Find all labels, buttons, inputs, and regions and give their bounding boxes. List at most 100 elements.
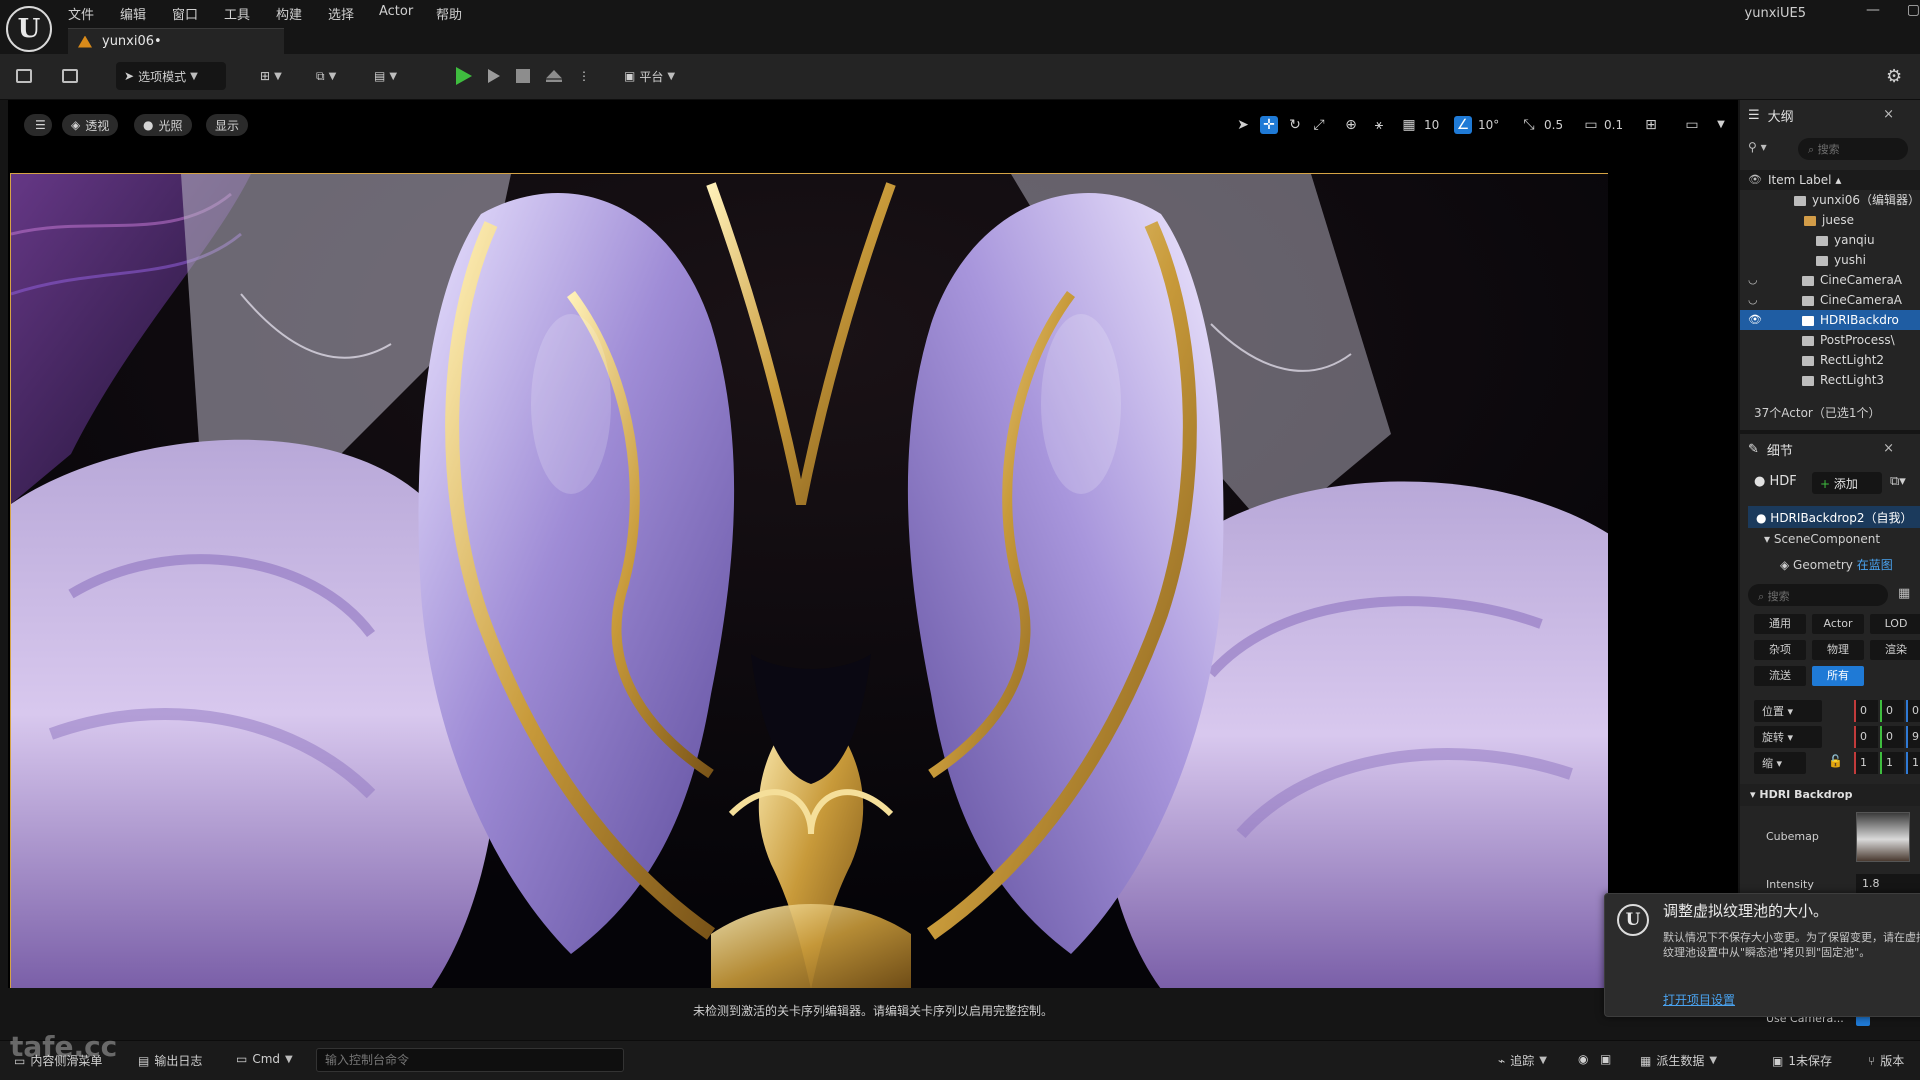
category-lod[interactable]: LOD — [1870, 614, 1920, 634]
world-local-icon[interactable]: ⊕ — [1342, 116, 1360, 134]
location-z[interactable]: 0 — [1906, 700, 1920, 722]
menu-build[interactable]: 构建 — [276, 4, 302, 23]
rotation-x[interactable]: 0 — [1854, 726, 1878, 748]
outliner-item[interactable]: yanqiu — [1740, 230, 1920, 250]
outliner-item[interactable]: RectLight2 — [1740, 350, 1920, 370]
perspective-button[interactable]: ◈ 透视 — [62, 114, 119, 136]
outliner-column-header[interactable]: 👁 Item Label ▴ — [1740, 170, 1920, 190]
scale-y[interactable]: 1 — [1880, 752, 1904, 774]
rotation-snap-value[interactable]: 10° — [1478, 116, 1499, 134]
chevron-down-icon[interactable]: ▼ — [1712, 116, 1730, 134]
close-icon[interactable]: × — [1883, 441, 1894, 456]
platform-button[interactable]: ▣ 平台 ▼ — [624, 62, 675, 90]
rotate-tool-icon[interactable]: ↻ — [1286, 116, 1304, 134]
trace-button[interactable]: ⌁ 追踪 ▼ — [1498, 1052, 1547, 1069]
details-search-input[interactable]: ⌕ 搜索 — [1748, 584, 1888, 606]
menu-window[interactable]: 窗口 — [172, 4, 198, 23]
blueprint-options-icon[interactable]: ⧉▾ — [1890, 474, 1906, 489]
scale-tool-icon[interactable]: ⤢ — [1310, 116, 1328, 134]
category-physics[interactable]: 物理 — [1812, 640, 1864, 660]
scale-x[interactable]: 1 — [1854, 752, 1878, 774]
outliner-item[interactable]: RectLight3 — [1740, 370, 1920, 390]
play-options-button[interactable]: ⋮ — [578, 62, 590, 90]
browse-button[interactable] — [62, 62, 78, 90]
lighting-button[interactable]: ● 光照 — [134, 114, 192, 136]
derived-data-button[interactable]: ▦ 派生数据 ▼ — [1640, 1052, 1717, 1069]
grid-view-icon[interactable]: ▦ — [1898, 586, 1910, 601]
category-all[interactable]: 所有 — [1812, 666, 1864, 686]
filter-icon[interactable]: ⚲ ▾ — [1748, 140, 1767, 154]
category-actor[interactable]: Actor — [1812, 614, 1864, 634]
translate-tool-icon[interactable]: ✛ — [1260, 116, 1278, 134]
stop-button[interactable] — [516, 62, 530, 90]
section-hdri-backdrop[interactable]: ▾ HDRI Backdrop — [1740, 784, 1920, 806]
scale-snap-value[interactable]: 0.5 — [1544, 116, 1563, 134]
scale-z[interactable]: 1 — [1906, 752, 1920, 774]
category-rendering[interactable]: 渲染 — [1870, 640, 1920, 660]
output-log-button[interactable]: ▤ 输出日志 — [138, 1052, 202, 1069]
surface-snap-icon[interactable]: ⚹ — [1370, 116, 1388, 134]
play-button[interactable] — [456, 62, 472, 90]
outliner-item[interactable]: yushi — [1740, 250, 1920, 270]
add-actor-button[interactable]: ⊞ ▼ — [260, 62, 282, 90]
close-icon[interactable]: × — [1883, 107, 1894, 122]
camera-speed-icon[interactable]: ▭ — [1582, 116, 1600, 134]
record-icon[interactable]: ◉ — [1578, 1052, 1588, 1066]
cmd-dropdown[interactable]: ▭ Cmd ▼ — [236, 1052, 293, 1066]
outliner-search-input[interactable]: ⌕ 搜索 — [1798, 138, 1908, 160]
menu-help[interactable]: 帮助 — [436, 4, 462, 23]
category-general[interactable]: 通用 — [1754, 614, 1806, 634]
location-y[interactable]: 0 — [1880, 700, 1904, 722]
category-misc[interactable]: 杂项 — [1754, 640, 1806, 660]
camera-icon[interactable]: ▣ — [1600, 1052, 1611, 1066]
settings-button[interactable]: ⚙ — [1886, 62, 1902, 90]
category-streaming[interactable]: 流送 — [1754, 666, 1806, 686]
cinematics-button[interactable]: ▤ ▼ — [374, 62, 397, 90]
select-tool-icon[interactable]: ➤ — [1234, 116, 1252, 134]
component-geometry[interactable]: ◈ Geometry 在蓝图 — [1780, 556, 1893, 573]
menu-edit[interactable]: 编辑 — [120, 4, 146, 23]
rotation-dropdown[interactable]: 旋转 ▾ — [1754, 726, 1822, 748]
minimize-icon[interactable]: — — [1866, 2, 1880, 18]
outliner-item[interactable]: juese — [1740, 210, 1920, 230]
unreal-logo-icon[interactable]: U — [6, 6, 52, 52]
grid-snap-icon[interactable]: ▦ — [1400, 116, 1418, 134]
open-project-settings-link[interactable]: 打开项目设置 — [1663, 991, 1735, 1008]
document-tab[interactable]: yunxi06• — [68, 28, 284, 54]
step-button[interactable] — [488, 62, 500, 90]
menu-tools[interactable]: 工具 — [224, 4, 250, 23]
show-button[interactable]: 显示 — [206, 114, 249, 136]
version-control-button[interactable]: ⑂ 版本 — [1868, 1052, 1904, 1069]
console-command-input[interactable] — [316, 1048, 624, 1072]
cubemap-thumbnail[interactable] — [1856, 812, 1910, 862]
lock-icon[interactable]: 🔓 — [1828, 754, 1843, 768]
rotation-snap-icon[interactable]: ∠ — [1454, 116, 1472, 134]
maximize-icon[interactable]: ▢ — [1907, 2, 1920, 18]
outliner-item[interactable]: ◡ CineCameraA — [1740, 270, 1920, 290]
outliner-item[interactable]: yunxi06（编辑器） — [1740, 190, 1920, 210]
layout-icon[interactable]: ▭ — [1674, 116, 1710, 134]
location-dropdown[interactable]: 位置 ▾ — [1754, 700, 1822, 722]
viewport-menu-button[interactable]: hamburger-icon☰ — [24, 114, 52, 136]
save-button[interactable] — [16, 62, 32, 90]
rotation-z[interactable]: 9 — [1906, 726, 1920, 748]
scale-dropdown[interactable]: 缩 ▾ — [1754, 752, 1806, 774]
grid-snap-value[interactable]: 10 — [1424, 116, 1439, 134]
mode-selector[interactable]: ➤ 选项模式 ▼ — [116, 62, 226, 90]
location-x[interactable]: 0 — [1854, 700, 1878, 722]
component-scene[interactable]: ▾ SceneComponent — [1764, 532, 1880, 546]
outliner-item[interactable]: PostProcess\ — [1740, 330, 1920, 350]
maximize-viewport-icon[interactable]: ⊞ — [1642, 116, 1660, 134]
camera-speed-value[interactable]: 0.1 — [1604, 116, 1623, 134]
rotation-y[interactable]: 0 — [1880, 726, 1904, 748]
add-component-button[interactable]: + 添加 — [1812, 472, 1882, 494]
component-root[interactable]: ● HDRIBackdrop2（自我） — [1748, 506, 1920, 528]
menu-select[interactable]: 选择 — [328, 4, 354, 23]
menu-actor[interactable]: Actor — [379, 4, 413, 19]
unsaved-button[interactable]: ▣ 1未保存 — [1772, 1052, 1832, 1069]
level-viewport[interactable]: hamburger-icon☰ ◈ 透视 ● 光照 显示 ➤ ✛ ↻ ⤢ ⊕ ⚹ ▦… — [8, 100, 1738, 1018]
scale-snap-icon[interactable]: ⤡ — [1520, 116, 1538, 134]
edit-in-blueprint-link[interactable]: 在蓝图 — [1857, 558, 1893, 572]
render-scene[interactable] — [10, 173, 1608, 988]
menu-file[interactable]: 文件 — [68, 4, 94, 23]
